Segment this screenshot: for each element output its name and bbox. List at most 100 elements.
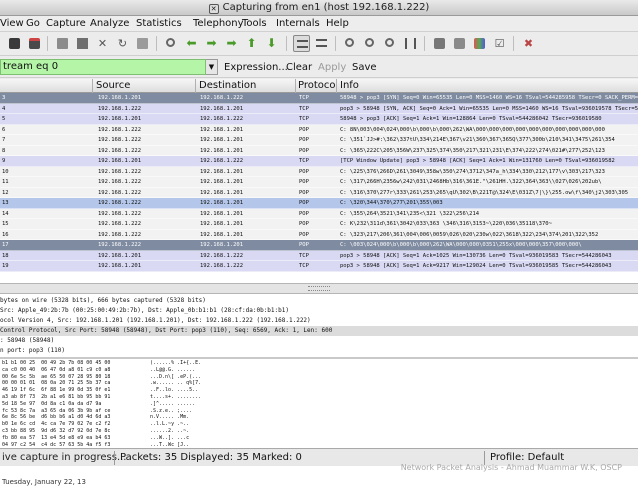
packet-row[interactable]: 9 192.168.1.201 192.168.1.222 TCP [TCP Windo… <box>0 156 638 167</box>
packet-row[interactable]: 13 192.168.1.222 192.168.1.201 POP C: \320\3… <box>0 198 638 209</box>
column-divider[interactable] <box>336 79 337 93</box>
detail-ethernet[interactable]: Src: Apple_49:2b:7b (00:25:00:49:2b:7b),… <box>0 306 289 316</box>
packet-row[interactable]: 8 192.168.1.222 192.168.1.201 POP C: \365\22… <box>0 145 638 156</box>
detail-dst-port[interactable]: n port: pop3 (110) <box>0 346 65 356</box>
packet-no: 7 <box>2 137 6 143</box>
menu-statistics[interactable]: Statistics <box>136 18 182 29</box>
packet-no: 15 <box>2 221 9 227</box>
packet-info: 58948 > pop3 [SYN] Seq=0 Win=65535 Len=0… <box>340 95 638 101</box>
packet-details-pane[interactable]: bytes on wire (5328 bits), 666 bytes cap… <box>0 293 638 357</box>
print-icon[interactable] <box>134 35 151 52</box>
packet-destination: 192.168.1.222 <box>200 95 244 101</box>
column-divider[interactable] <box>295 79 296 93</box>
save-filter-button[interactable]: Save <box>352 62 377 73</box>
packet-row[interactable]: 6 192.168.1.222 192.168.1.201 POP C: 8N\003\… <box>0 124 638 135</box>
colorize-icon[interactable] <box>293 35 310 52</box>
start-capture-icon[interactable] <box>6 35 23 52</box>
forward-icon[interactable]: ➡ <box>203 35 220 52</box>
normal-size-icon[interactable] <box>382 35 399 52</box>
detail-tcp[interactable]: Control Protocol, Src Port: 58948 (58948… <box>0 326 638 336</box>
column-divider[interactable] <box>195 79 196 93</box>
splitter-grip-icon[interactable] <box>308 286 330 291</box>
menu-internals[interactable]: Internals <box>276 18 320 29</box>
zoom-in-icon[interactable] <box>342 35 359 52</box>
menu-go[interactable]: Go <box>26 18 40 29</box>
pane-splitter[interactable] <box>0 283 638 293</box>
packet-protocol: POP <box>299 231 309 238</box>
find-icon[interactable] <box>163 35 180 52</box>
packet-protocol: TCP <box>299 263 309 269</box>
close-file-icon[interactable]: ✕ <box>94 35 111 52</box>
detail-frame[interactable]: bytes on wire (5328 bits), 666 bytes cap… <box>0 296 206 306</box>
packet-row[interactable]: 19 192.168.1.201 192.168.1.222 TCP pop3 > 58… <box>0 261 638 272</box>
column-destination[interactable]: Destination <box>199 80 256 91</box>
capture-filters-icon[interactable] <box>431 35 448 52</box>
packet-protocol: TCP <box>299 252 309 259</box>
detail-ip[interactable]: ocol Version 4, Src: 192.168.1.201 (192.… <box>0 316 311 326</box>
packet-row[interactable]: 5 192.168.1.201 192.168.1.222 TCP 58948 > po… <box>0 114 638 125</box>
packet-list[interactable]: 3 192.168.1.201 192.168.1.222 TCP 58948 > po… <box>0 93 638 283</box>
packet-row[interactable]: 14 192.168.1.222 192.168.1.201 POP C: \355\2… <box>0 208 638 219</box>
packet-destination: 192.168.1.222 <box>200 158 244 164</box>
menu-telephony[interactable]: Telephony <box>193 18 244 29</box>
x-close-icon[interactable]: ✕ <box>208 4 219 14</box>
zoom-out-icon[interactable] <box>362 35 379 52</box>
packet-protocol: POP <box>299 200 309 206</box>
packet-row[interactable]: 4 192.168.1.222 192.168.1.201 TCP pop3 > 589… <box>0 103 638 114</box>
open-file-icon[interactable] <box>54 35 71 52</box>
packet-source: 192.168.1.201 <box>98 95 142 101</box>
display-filters-icon[interactable] <box>451 35 468 52</box>
slide-credit: Network Packet Analysis - Ahmad Muammar … <box>400 463 622 472</box>
detail-src-port[interactable]: : 58948 (58948) <box>0 336 54 346</box>
packet-no: 6 <box>2 126 6 133</box>
menu-analyze[interactable]: Analyze <box>90 18 129 29</box>
packet-protocol: POP <box>299 126 309 133</box>
packet-destination: 192.168.1.201 <box>200 105 244 112</box>
packet-row[interactable]: 16 192.168.1.222 192.168.1.201 POP C: \323\2… <box>0 229 638 240</box>
packet-row[interactable]: 18 192.168.1.201 192.168.1.222 TCP pop3 > 58… <box>0 250 638 261</box>
packet-source: 192.168.1.222 <box>98 105 142 112</box>
packet-protocol: POP <box>299 147 309 154</box>
packet-row[interactable]: 7 192.168.1.222 192.168.1.201 POP C: \351`JJ… <box>0 135 638 146</box>
column-protocol[interactable]: Protoco <box>298 80 336 91</box>
coloring-rules-icon[interactable] <box>471 35 488 52</box>
clear-button[interactable]: Clear <box>286 62 312 73</box>
help-icon[interactable]: ✖ <box>520 35 537 52</box>
packet-destination: 192.168.1.201 <box>200 200 244 206</box>
menu-view[interactable]: View <box>0 18 24 29</box>
packet-row[interactable]: 12 192.168.1.222 192.168.1.201 POP C: \316\3… <box>0 187 638 198</box>
packet-info: C: \003\024\000\b\000\b\000\262\WA\000\0… <box>340 242 582 248</box>
resize-columns-icon[interactable] <box>402 35 419 52</box>
first-packet-icon[interactable]: ⬆ <box>243 35 260 52</box>
preferences-icon[interactable]: ☑ <box>491 35 508 52</box>
apply-button[interactable]: Apply <box>318 62 346 73</box>
packet-row[interactable]: 10 192.168.1.222 192.168.1.201 POP C: \225\3… <box>0 166 638 177</box>
column-divider[interactable] <box>92 79 93 93</box>
go-to-packet-icon[interactable]: ➡ <box>223 35 240 52</box>
column-source[interactable]: Source <box>96 80 130 91</box>
status-divider <box>114 451 115 465</box>
packet-protocol: TCP <box>299 158 309 164</box>
auto-scroll-icon[interactable] <box>313 35 330 52</box>
reload-icon[interactable]: ↻ <box>114 35 131 52</box>
filter-history-dropdown[interactable]: ▼ <box>206 59 218 75</box>
last-packet-icon[interactable]: ⬇ <box>263 35 280 52</box>
packet-row[interactable]: 11 192.168.1.222 192.168.1.201 POP C: \317\2… <box>0 177 638 188</box>
menu-capture[interactable]: Capture <box>46 18 86 29</box>
expression-button[interactable]: Expression... <box>224 62 288 73</box>
packet-row[interactable]: 15 192.168.1.222 192.168.1.201 POP C: K\232\… <box>0 219 638 230</box>
display-filter-input[interactable]: tream eq 0 <box>0 59 206 75</box>
packet-row[interactable]: 3 192.168.1.201 192.168.1.222 TCP 58948 > po… <box>0 93 638 104</box>
packet-destination: 192.168.1.201 <box>200 221 244 227</box>
packet-row[interactable]: 17 192.168.1.222 192.168.1.201 POP C: \003\0… <box>0 240 638 251</box>
menu-help[interactable]: Help <box>326 18 349 29</box>
menu-tools[interactable]: Tools <box>242 18 267 29</box>
back-icon[interactable]: ⬅ <box>183 35 200 52</box>
packet-source: 192.168.1.201 <box>98 116 142 122</box>
packet-counts: Packets: 35 Displayed: 35 Marked: 0 <box>120 452 302 463</box>
save-icon[interactable] <box>74 35 91 52</box>
packet-bytes-pane[interactable]: b1 b1 00 25 00 49 2b 7b 08 00 45 00 (....… <box>0 357 638 448</box>
column-info[interactable]: Info <box>340 80 359 91</box>
capture-options-icon[interactable] <box>26 35 43 52</box>
packet-source: 192.168.1.222 <box>98 126 142 133</box>
